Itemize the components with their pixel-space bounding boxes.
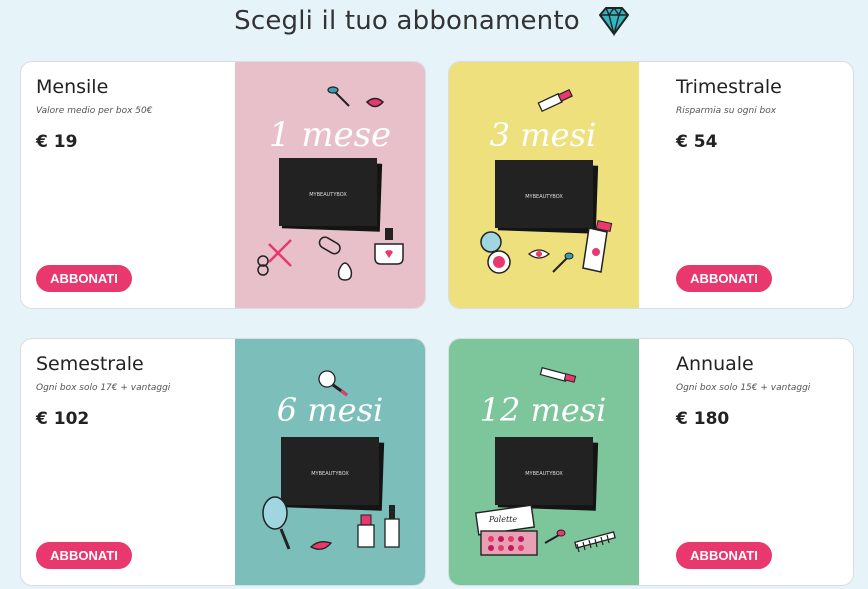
subscribe-button-quarterly[interactable]: ABBONATI	[676, 265, 772, 292]
plan-artwork-quarterly: 3 mesi MYBEAUTYBOX	[449, 62, 639, 308]
subscribe-button-semiannual[interactable]: ABBONATI	[36, 542, 132, 569]
beauty-box-icon: MYBEAUTYBOX	[495, 160, 599, 234]
plan-card-semiannual: Semestrale Ogni box solo 17€ + vantaggi …	[20, 338, 426, 586]
subscribe-button-annual[interactable]: ABBONATI	[676, 542, 772, 569]
box-label: MYBEAUTYBOX	[525, 194, 563, 200]
plan-subtitle: Ogni box solo 17€ + vantaggi	[36, 383, 171, 393]
plan-card-quarterly: 3 mesi MYBEAUTYBOX Trimestrale Risparmia…	[448, 61, 854, 309]
diamond-icon	[598, 6, 629, 37]
beauty-box-icon: MYBEAUTYBOX	[281, 437, 385, 511]
plan-info: Mensile Valore medio per box 50€ € 19 AB…	[21, 62, 207, 308]
plan-price: € 102	[36, 409, 90, 429]
plan-name: Mensile	[36, 76, 109, 98]
box-label: MYBEAUTYBOX	[311, 471, 349, 477]
plan-price: € 54	[676, 132, 718, 152]
beauty-box-icon: MYBEAUTYBOX	[279, 158, 383, 232]
page-title: Scegli il tuo abbonamento	[234, 6, 580, 36]
box-label: MYBEAUTYBOX	[309, 192, 347, 198]
plan-price: € 19	[36, 132, 78, 152]
art-duration-text: 6 mesi	[277, 391, 383, 429]
beauty-box-icon: MYBEAUTYBOX	[495, 437, 599, 511]
page-header: Scegli il tuo abbonamento	[0, 0, 868, 42]
plan-card-annual: 12 mesi MYBEAUTYBOX Palette Annuale Ogni…	[448, 338, 854, 586]
plan-info: Semestrale Ogni box solo 17€ + vantaggi …	[21, 339, 207, 585]
subscribe-button-monthly[interactable]: ABBONATI	[36, 265, 132, 292]
plan-artwork-monthly: 1 mese MYBEAUTYBOX	[235, 62, 425, 308]
plan-price: € 180	[676, 409, 730, 429]
plan-artwork-semiannual: 6 mesi MYBEAUTYBOX	[235, 339, 425, 585]
plan-subtitle: Ogni box solo 15€ + vantaggi	[676, 383, 811, 393]
art-duration-text: 1 mese	[269, 115, 391, 155]
art-duration-text: 3 mesi	[490, 116, 596, 154]
plan-name: Annuale	[676, 353, 754, 375]
plan-subtitle: Risparmia su ogni box	[676, 106, 777, 116]
plan-info: Annuale Ogni box solo 15€ + vantaggi € 1…	[639, 339, 825, 585]
plan-name: Trimestrale	[676, 76, 782, 98]
art-duration-text: 12 mesi	[480, 391, 607, 429]
plan-card-monthly: Mensile Valore medio per box 50€ € 19 AB…	[20, 61, 426, 309]
sponge-icon	[337, 262, 353, 281]
plan-info: Trimestrale Risparmia su ogni box € 54 A…	[639, 62, 825, 308]
box-label: MYBEAUTYBOX	[525, 471, 563, 477]
plan-name: Semestrale	[36, 353, 144, 375]
palette-label: Palette	[488, 515, 518, 524]
plan-subtitle: Valore medio per box 50€	[36, 106, 153, 116]
plan-artwork-annual: 12 mesi MYBEAUTYBOX Palette	[449, 339, 639, 585]
